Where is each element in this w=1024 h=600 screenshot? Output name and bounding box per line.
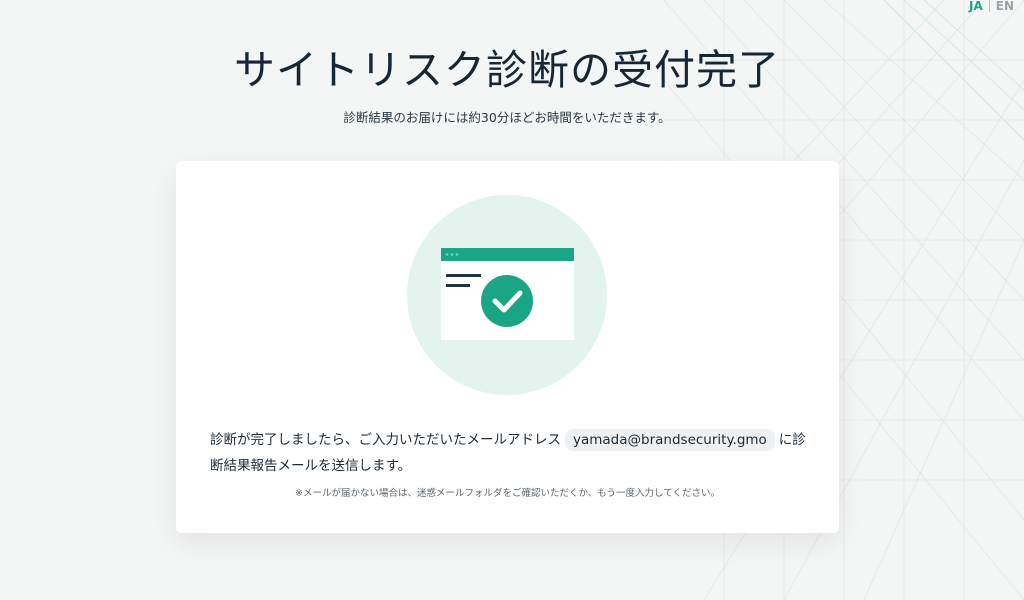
page-title: サイトリスク診断の受付完了 bbox=[234, 46, 780, 94]
page-subtitle: 診断結果のお届けには約30分ほどお時間をいただきます。 bbox=[343, 110, 671, 125]
language-switcher: JA EN bbox=[969, 0, 1014, 12]
language-option-ja[interactable]: JA bbox=[969, 0, 983, 12]
message-text-before-email: 診断が完了しましたら、ご入力いただいたメールアドレス bbox=[210, 432, 561, 448]
completion-message: 診断が完了しましたら、ご入力いただいたメールアドレス yamada@brandse… bbox=[210, 427, 810, 479]
completion-card: 診断が完了しましたら、ご入力いただいたメールアドレス yamada@brandse… bbox=[176, 161, 839, 533]
language-divider bbox=[988, 0, 990, 12]
browser-window-checkmark-icon bbox=[407, 195, 607, 395]
email-address-badge: yamada@brandsecurity.gmo bbox=[565, 429, 775, 451]
page: JA EN サイトリスク診断の受付完了 診断結果のお届けには約30分ほどお時間を… bbox=[0, 0, 1024, 600]
spam-folder-note: ※メールが届かない場合は、迷惑メールフォルダをご確認いただくか、もう一度入力して… bbox=[295, 488, 720, 499]
language-option-en[interactable]: EN bbox=[996, 0, 1014, 12]
